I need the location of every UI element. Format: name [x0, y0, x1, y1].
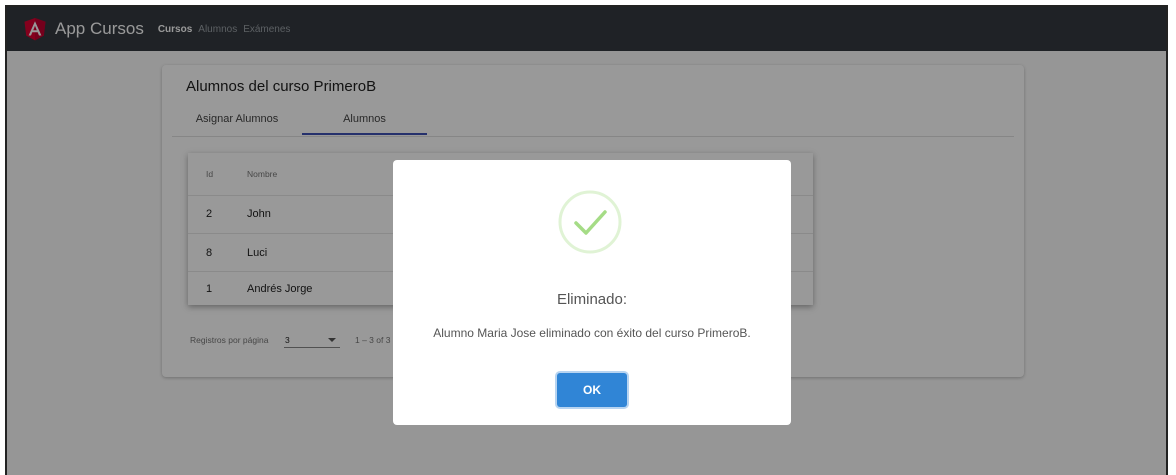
success-dialog: Eliminado: Alumno Maria Jose eliminado c…: [393, 160, 791, 425]
ok-button[interactable]: OK: [557, 373, 627, 407]
check-icon: [558, 190, 622, 254]
dialog-message: Alumno Maria Jose eliminado con éxito de…: [433, 326, 751, 340]
dialog-title: Eliminado:: [556, 291, 628, 308]
app-window: App Cursos Cursos Alumnos Exámenes Alumn…: [5, 5, 1168, 475]
